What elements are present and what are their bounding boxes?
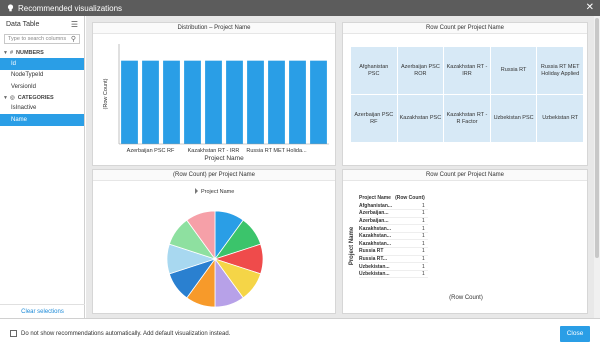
close-button[interactable]: Close xyxy=(560,325,590,342)
bar-chart-title: Distribution – Project Name xyxy=(93,23,335,34)
bar xyxy=(289,60,306,144)
recommendations-area: Distribution – Project Name Azerbaijan P… xyxy=(86,16,594,318)
auto-recommend-label: Do not show recommendations automaticall… xyxy=(21,330,231,337)
x-tick-label: Kazakhstan RT - IRR xyxy=(188,148,240,154)
table-row: Uzbekistan... 1 xyxy=(359,262,428,271)
pivot-table-title: Row Count per Project Name xyxy=(343,170,587,181)
group-categories[interactable]: ▼ ◎ CATEGORIES xyxy=(0,93,84,103)
table-row: Azerbaijan... 1 xyxy=(359,217,428,226)
column-search-input[interactable] xyxy=(8,36,71,42)
lightbulb-icon xyxy=(6,4,14,12)
y-axis-title: (Row Count) xyxy=(103,78,109,109)
pivot-table-card[interactable]: Row Count per Project Name Project Name … xyxy=(342,169,588,314)
window-titlebar: Recommended visualizations ✕ xyxy=(0,0,600,16)
hash-icon: # xyxy=(9,50,14,56)
pie-chart-card[interactable]: (Row Count) per Project Name Project Nam… xyxy=(92,169,336,314)
tile-cell: Russia RT MET Holiday Applied xyxy=(537,47,583,94)
bar-chart-card[interactable]: Distribution – Project Name Azerbaijan P… xyxy=(92,22,336,166)
pivot-x-label: (Row Count) xyxy=(449,295,483,301)
svg-text:Project Name: Project Name xyxy=(349,226,355,265)
tile-cell: Kazakhstan RT - IRR xyxy=(444,47,490,94)
pie-chart-title: (Row Count) per Project Name xyxy=(93,170,335,181)
window-title: Recommended visualizations xyxy=(18,3,123,13)
tile-grid-title: Row Count per Project Name xyxy=(343,23,587,34)
sidebar-header: Data Table ☰ xyxy=(0,16,84,33)
category-icon: ◎ xyxy=(9,94,15,101)
group-numbers-label: NUMBERS xyxy=(16,50,44,56)
bar xyxy=(184,60,201,144)
pie-legend-label: Project Name xyxy=(201,189,234,195)
sidebar-item-id[interactable]: Id xyxy=(0,58,84,70)
group-categories-label: CATEGORIES xyxy=(17,94,54,101)
auto-recommend-checkbox[interactable] xyxy=(10,330,17,337)
tile-cell: Uzbekistan RT xyxy=(537,95,583,142)
bar xyxy=(226,60,243,144)
table-row: Azerbaijan... 1 xyxy=(359,209,428,218)
x-axis-title: Project Name xyxy=(204,155,244,162)
close-icon[interactable]: ✕ xyxy=(586,3,594,13)
pie-chart: Project Name xyxy=(166,188,264,308)
chevron-down-icon: ▼ xyxy=(3,94,8,101)
data-table-label: Data Table xyxy=(6,21,40,28)
bar xyxy=(142,60,159,144)
tile-grid-card[interactable]: Row Count per Project Name Afghanistan P… xyxy=(342,22,588,166)
column-search-box: ⚲ xyxy=(4,34,80,44)
sidebar-footer: Clear selections xyxy=(0,304,85,318)
bar-chart: Azerbaijan PSC RF Kazakhstan RT - IRR Russ… xyxy=(103,44,329,162)
scrollbar-thumb[interactable] xyxy=(595,18,599,258)
bar xyxy=(121,60,138,144)
sidebar-item-isinactive[interactable]: IsInactive xyxy=(0,103,84,115)
col-header-row-count: (Row Count) xyxy=(395,194,425,201)
bar xyxy=(268,60,285,144)
table-row: Afghanistan... 1 xyxy=(359,202,428,211)
bar xyxy=(247,60,264,144)
dialog-footer: Do not show recommendations automaticall… xyxy=(0,318,600,348)
tile-cell: Kazakhstan PSC xyxy=(397,95,444,142)
table-row: Kazakhstan... 1 xyxy=(359,224,428,233)
table-row: Russia RT... 1 xyxy=(359,255,428,264)
sidebar-item-nodetypeid[interactable]: NodeTypeId xyxy=(0,70,84,82)
vertical-scrollbar[interactable] xyxy=(594,16,600,318)
x-tick-label: Russia RT MET Holida... xyxy=(246,148,307,154)
table-row: Kazakhstan... 1 xyxy=(359,232,428,241)
hamburger-menu-icon[interactable]: ☰ xyxy=(71,20,78,29)
legend-swatch-icon xyxy=(195,188,198,194)
tile-cell: Kazakhstan RT - R Factor xyxy=(444,95,490,142)
group-numbers[interactable]: ▼ # NUMBERS xyxy=(0,48,84,58)
chevron-down-icon: ▼ xyxy=(3,50,8,56)
table-row: Kazakhstan... 1 xyxy=(359,239,428,249)
table-row: Russia RT 1 xyxy=(359,247,428,256)
tile-cell: Azerbaijan PSC RF xyxy=(351,95,397,142)
bar xyxy=(205,60,222,144)
bar xyxy=(163,60,180,144)
pie-legend: Project Name xyxy=(195,188,234,195)
tile-cell: Azerbaijan PSC ROR xyxy=(397,47,444,94)
column-sidebar: Data Table ☰ ⚲ ▼ # NUMBERS Id NodeTypeId… xyxy=(0,16,85,318)
pivot-table: Project Name (Row Count) Afghanistan... 1… xyxy=(359,193,428,279)
tile-cell: Russia RT xyxy=(490,47,537,94)
sidebar-item-versionid[interactable]: VersionId xyxy=(0,81,84,93)
tile-cell: Uzbekistan PSC xyxy=(490,95,537,142)
tile-cell: Afghanistan PSC xyxy=(351,47,397,94)
sidebar-item-name[interactable]: Name xyxy=(0,114,84,126)
x-tick-label: Azerbaijan PSC RF xyxy=(127,148,175,154)
table-row: Uzbekistan... 1 xyxy=(359,270,428,279)
search-icon[interactable]: ⚲ xyxy=(71,35,76,43)
clear-selections-link[interactable]: Clear selections xyxy=(21,309,64,315)
tile-grid: Afghanistan PSC Azerbaijan PSC ROR Kazak… xyxy=(351,47,583,142)
col-header-project-name: Project Name xyxy=(359,194,391,201)
bar xyxy=(310,60,327,144)
